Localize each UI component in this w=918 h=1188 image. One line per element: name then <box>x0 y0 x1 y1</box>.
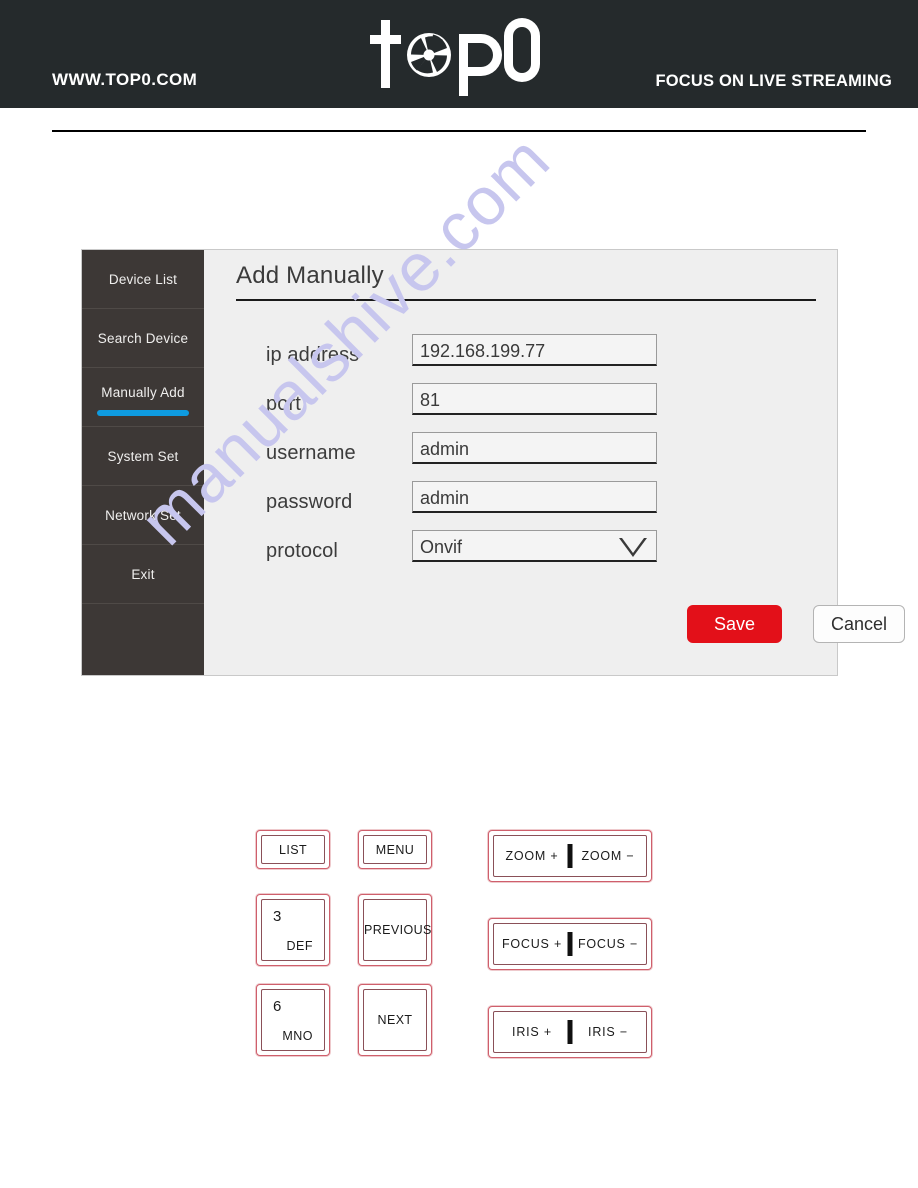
sidebar-item-network-set[interactable]: Network Set <box>82 486 204 545</box>
save-button[interactable]: Save <box>687 605 782 643</box>
key-list[interactable]: LIST <box>256 830 330 869</box>
keypad-diagram: LIST MENU 3 DEF PREVIOUS 6 MNO NEXT ZOOM… <box>0 818 918 1088</box>
sidebar-item-system-set[interactable]: System Set <box>82 427 204 486</box>
active-indicator <box>97 410 189 416</box>
key-next[interactable]: NEXT <box>358 984 432 1056</box>
password-label: password <box>266 491 353 513</box>
key-digit-6[interactable]: 6 MNO <box>256 984 330 1056</box>
add-manually-dialog: Device List Search Device Manually Add S… <box>81 249 905 676</box>
form-row-ip-address: ip address 192.168.199.77 <box>204 334 837 383</box>
sidebar-item-label: Exit <box>131 566 155 582</box>
protocol-label: protocol <box>266 540 338 562</box>
form-row-port: port 81 <box>204 383 837 432</box>
protocol-select[interactable]: Onvif <box>412 530 657 562</box>
key-face: 6 MNO <box>261 989 325 1051</box>
dialog-button-row: Save Cancel <box>204 605 905 647</box>
key-letters: MNO <box>282 1029 313 1043</box>
ip-address-label: ip address <box>266 344 360 366</box>
key-digit: 3 <box>273 908 282 925</box>
key-face: 3 DEF <box>261 899 325 961</box>
key-zoom-out-label: ZOOM − <box>581 849 635 863</box>
chevron-down-icon <box>619 538 647 557</box>
port-label: port <box>266 393 301 415</box>
key-face: FOCUS + FOCUS − <box>493 923 647 965</box>
sidebar-item-label: System Set <box>107 448 179 464</box>
key-face: IRIS + IRIS − <box>493 1011 647 1053</box>
sidebar-item-manually-add[interactable]: Manually Add <box>82 368 204 427</box>
page-header: WWW.TOP0.COM FOCUS ON LIVE STREAMING <box>0 0 918 108</box>
key-face: ZOOM + ZOOM − <box>493 835 647 877</box>
header-divider-rule <box>52 130 866 132</box>
key-digit-3[interactable]: 3 DEF <box>256 894 330 966</box>
key-face: MENU <box>363 835 427 864</box>
form-row-username: username admin <box>204 432 837 481</box>
ip-address-input[interactable]: 192.168.199.77 <box>412 334 657 366</box>
key-label: NEXT <box>377 1013 413 1027</box>
key-focus-out-label: FOCUS − <box>577 937 639 951</box>
sidebar-item-label: Manually Add <box>101 384 185 400</box>
key-focus[interactable]: FOCUS + FOCUS − <box>488 918 652 970</box>
page-title: Add Manually <box>236 262 384 289</box>
cancel-button[interactable]: Cancel <box>813 605 905 643</box>
key-iris[interactable]: IRIS + IRIS − <box>488 1006 652 1058</box>
form-row-password: password admin <box>204 481 837 530</box>
password-input[interactable]: admin <box>412 481 657 513</box>
header-tagline: FOCUS ON LIVE STREAMING <box>655 72 892 90</box>
username-label: username <box>266 442 356 464</box>
key-previous[interactable]: PREVIOUS <box>358 894 432 966</box>
top0-logo <box>370 18 540 96</box>
header-website-url: WWW.TOP0.COM <box>52 70 198 89</box>
key-zoom-in-label: ZOOM + <box>505 849 559 863</box>
key-focus-in-label: FOCUS + <box>501 937 563 951</box>
sidebar-item-device-list[interactable]: Device List <box>82 250 204 309</box>
key-letters: DEF <box>286 939 313 953</box>
key-digit: 6 <box>273 998 282 1015</box>
protocol-selected-value: Onvif <box>420 537 463 557</box>
key-face: NEXT <box>363 989 427 1051</box>
key-label: MENU <box>375 842 415 857</box>
form-row-protocol: protocol Onvif <box>204 530 837 579</box>
port-input[interactable]: 81 <box>412 383 657 415</box>
key-label: LIST <box>279 842 307 857</box>
sidebar-filler <box>82 604 204 674</box>
username-input[interactable]: admin <box>412 432 657 464</box>
dialog-sidebar: Device List Search Device Manually Add S… <box>82 250 204 675</box>
key-iris-close-label: IRIS − <box>588 1025 628 1039</box>
key-face: PREVIOUS <box>363 899 432 961</box>
sidebar-item-search-device[interactable]: Search Device <box>82 309 204 368</box>
key-zoom[interactable]: ZOOM + ZOOM − <box>488 830 652 882</box>
sidebar-item-label: Search Device <box>97 330 189 346</box>
key-iris-open-label: IRIS + <box>512 1025 552 1039</box>
sidebar-item-label: Network Set <box>105 507 181 523</box>
manual-add-form: ip address 192.168.199.77 port 81 userna… <box>204 334 837 579</box>
camera-aperture-icon <box>407 33 451 77</box>
key-face: LIST <box>261 835 325 864</box>
key-label: PREVIOUS <box>364 923 432 937</box>
dialog-content: Add Manually ip address 192.168.199.77 p… <box>204 250 905 675</box>
key-menu[interactable]: MENU <box>358 830 432 869</box>
sidebar-item-exit[interactable]: Exit <box>82 545 204 604</box>
sidebar-item-label: Device List <box>108 271 178 287</box>
title-divider-rule <box>236 299 816 301</box>
